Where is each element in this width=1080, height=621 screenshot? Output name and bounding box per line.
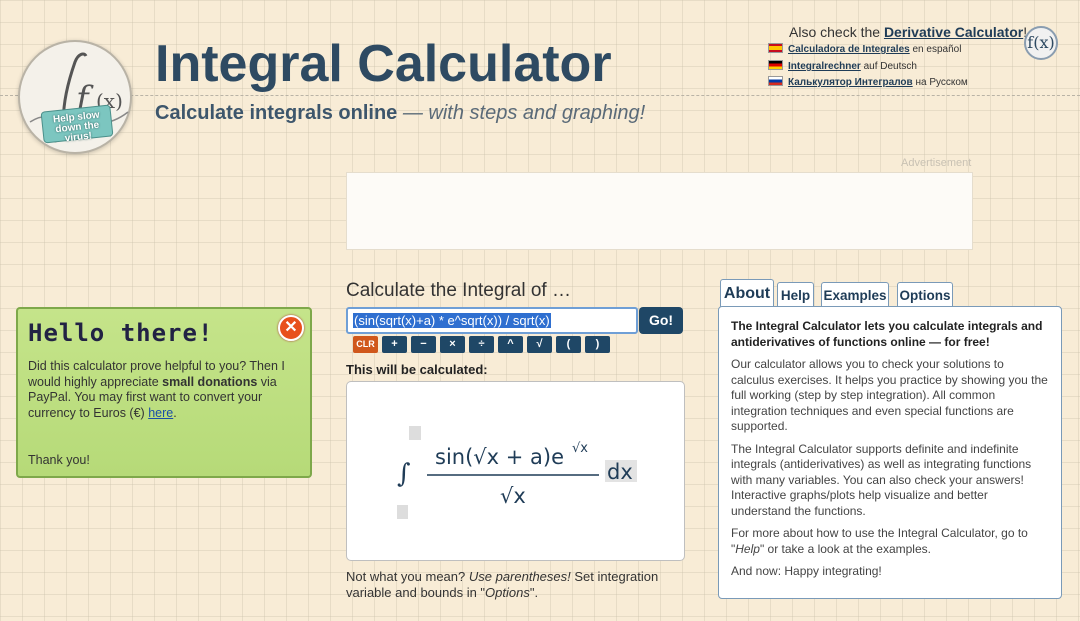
lower-bound-placeholder[interactable] — [397, 505, 408, 519]
about-paragraph-4: And now: Happy integrating! — [731, 564, 882, 578]
about-paragraph-2: The Integral Calculator supports definit… — [731, 441, 1032, 518]
about-lead: The Integral Calculator lets you calcula… — [731, 319, 1043, 349]
close-paren-button[interactable]: ) — [585, 336, 610, 353]
formula-exponent: √x — [572, 441, 588, 456]
sqrt-button[interactable]: √ — [527, 336, 552, 353]
also-check: Also check the Derivative Calculator! — [789, 24, 1027, 40]
derivative-calculator-link[interactable]: Derivative Calculator — [884, 24, 1023, 40]
site-logo[interactable]: f (x) Help slow down the virus! — [18, 40, 132, 154]
multiply-button[interactable]: × — [440, 336, 465, 353]
close-icon[interactable]: ✕ — [278, 315, 304, 341]
donation-box: Hello there! ✕ Did this calculator prove… — [16, 307, 312, 478]
tab-options[interactable]: Options — [897, 282, 953, 307]
upper-bound-placeholder[interactable] — [409, 426, 421, 440]
germany-flag-icon — [768, 60, 783, 70]
formula-svg: ∫ sin(√x + a)e √x √x dx — [397, 426, 637, 519]
language-link-es[interactable]: Calculadora de Integrales en español — [768, 43, 961, 55]
lang-link-ru[interactable]: Калькулятор Интегралов — [788, 77, 913, 88]
ad-box — [346, 172, 973, 250]
parentheses-hint: Not what you mean? Use parentheses! Set … — [346, 569, 691, 601]
about-p3-help: Help — [735, 541, 760, 556]
formula-numerator: sin(√x + a)e — [435, 445, 564, 469]
clear-button[interactable]: CLR — [353, 336, 378, 353]
language-link-ru[interactable]: Калькулятор Интегралов на Русском — [768, 76, 968, 88]
tab-about[interactable]: About — [720, 279, 774, 307]
tab-help[interactable]: Help — [777, 282, 814, 307]
hint-italic-2: Options — [485, 585, 530, 600]
expression-input-value: (sin(sqrt(x)+a) * e^sqrt(x)) / sqrt(x) — [353, 313, 551, 328]
minus-button[interactable]: − — [411, 336, 436, 353]
open-paren-button[interactable]: ( — [556, 336, 581, 353]
lang-link-es[interactable]: Calculadora de Integrales — [788, 44, 910, 55]
lang-suffix-de: auf Deutsch — [860, 61, 917, 72]
subtitle-italic: — with steps and graphing! — [397, 102, 646, 124]
will-calculate-label: This will be calculated: — [346, 362, 488, 377]
tab-examples[interactable]: Examples — [821, 282, 889, 307]
page-subtitle: Calculate integrals online — with steps … — [155, 102, 645, 125]
power-button[interactable]: ^ — [498, 336, 523, 353]
formula-preview: ∫ sin(√x + a)e √x √x dx — [346, 381, 685, 561]
about-paragraph-1: Our calculator allows you to check your … — [731, 357, 1048, 433]
currency-convert-link[interactable]: here — [148, 406, 173, 420]
ad-label: Advertisement — [901, 157, 972, 169]
derivative-fx-icon[interactable]: f(x) — [1024, 26, 1058, 60]
expression-input[interactable]: (sin(sqrt(x)+a) * e^sqrt(x)) / sqrt(x) — [346, 307, 638, 334]
lang-suffix-ru: на Русском — [912, 77, 968, 88]
about-panel: The Integral Calculator lets you calcula… — [718, 306, 1062, 599]
page-title: Integral Calculator — [155, 35, 612, 93]
about-p3-suffix: " or take a look at the examples. — [759, 541, 931, 556]
language-link-de[interactable]: Integralrechner auf Deutsch — [768, 60, 917, 72]
also-check-prefix: Also check the — [789, 24, 884, 40]
hint-text-1: Not what you mean? — [346, 569, 469, 584]
formula-differential[interactable]: dx — [607, 460, 633, 484]
plus-button[interactable]: + — [382, 336, 407, 353]
about-paragraph-3: For more about how to use the Integral C… — [731, 526, 1049, 557]
formula-denominator: √x — [500, 484, 526, 508]
lang-link-de[interactable]: Integralrechner — [788, 61, 861, 72]
donation-text: Did this calculator prove helpful to you… — [28, 359, 300, 421]
spain-flag-icon — [768, 43, 783, 53]
integral-sign: ∫ — [397, 459, 411, 489]
divide-button[interactable]: ÷ — [469, 336, 494, 353]
donation-text-3: . — [173, 405, 177, 420]
lang-suffix-es: en español — [909, 44, 962, 55]
donation-title: Hello there! — [28, 319, 214, 347]
russia-flag-icon — [768, 76, 783, 86]
hint-italic: Use parentheses! — [468, 569, 571, 584]
subtitle-bold: Calculate integrals online — [155, 102, 398, 124]
go-button[interactable]: Go! — [639, 307, 683, 334]
calculator-heading: Calculate the Integral of … — [346, 280, 571, 301]
donation-text-bold: small donations — [162, 374, 258, 389]
donation-thanks: Thank you! — [28, 453, 90, 467]
hint-text-3: ". — [529, 585, 539, 600]
